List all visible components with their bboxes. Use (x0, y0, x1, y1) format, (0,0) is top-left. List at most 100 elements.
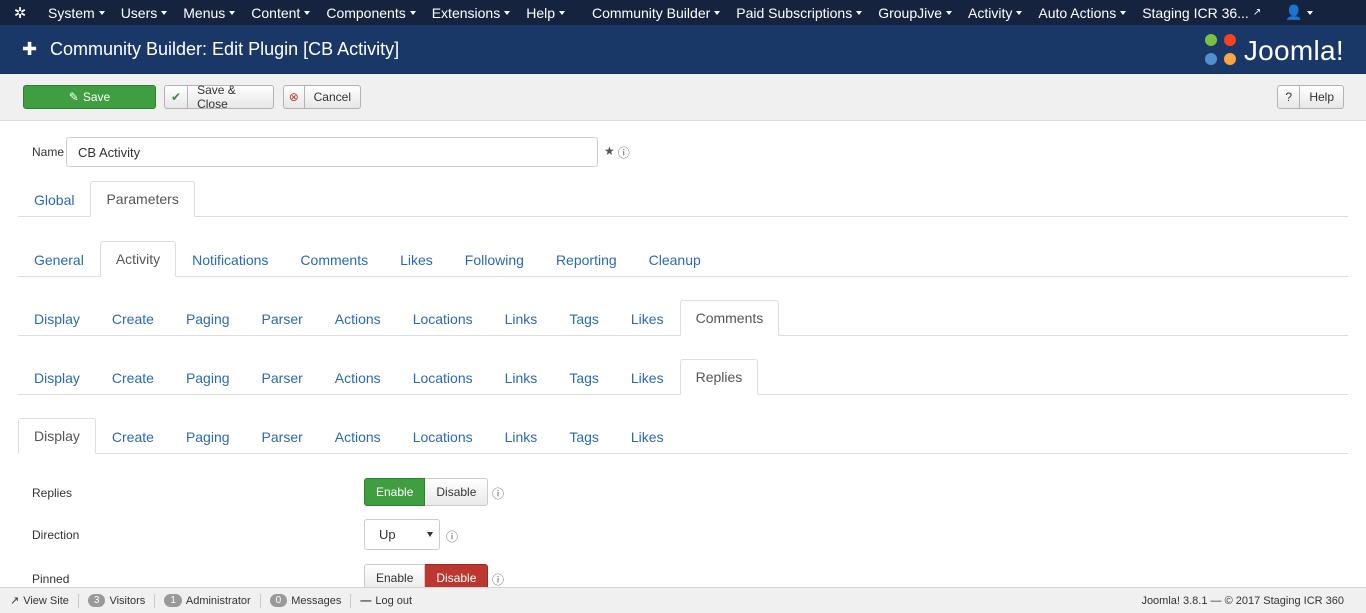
menu-menus[interactable]: Menus (175, 0, 243, 25)
replies-enable-button[interactable]: Enable (364, 478, 426, 506)
tab-global[interactable]: Global (18, 181, 90, 217)
joomla-logo-icon[interactable]: ✲ (0, 0, 40, 25)
administrator-link[interactable]: 1 Administrator (155, 593, 261, 608)
admin-label: Administrator (185, 594, 251, 607)
view-site-link[interactable]: ↗ View Site (0, 593, 79, 608)
tab-paging[interactable]: Paging (170, 359, 246, 395)
caret-down-icon (714, 10, 721, 15)
replies-label: Replies (32, 486, 73, 500)
tab-general[interactable]: General (18, 241, 100, 277)
tab-parser[interactable]: Parser (246, 418, 319, 454)
admin-badge: 1 (164, 594, 182, 607)
caret-down-icon (1306, 10, 1313, 15)
tab-actions[interactable]: Actions (319, 359, 397, 395)
site-link[interactable]: Staging ICR 36... ↗ (1134, 0, 1269, 25)
menu-label: GroupJive (878, 4, 943, 21)
cancel-icon: ⊗ (284, 86, 305, 108)
menu-activity[interactable]: Activity (960, 0, 1030, 25)
mark-dot (1204, 34, 1217, 46)
tab-create[interactable]: Create (96, 359, 170, 395)
site-link-label: Staging ICR 36... (1142, 4, 1249, 21)
menu-system[interactable]: System (40, 0, 113, 25)
tab-links[interactable]: Links (489, 300, 554, 336)
cancel-button[interactable]: ⊗ Cancel (283, 85, 361, 109)
minus-icon: — (360, 594, 372, 607)
menu-help[interactable]: Help (518, 0, 573, 25)
cancel-label: Cancel (313, 90, 351, 104)
checkmark-icon: ✔ (165, 86, 189, 108)
tab-likes[interactable]: Likes (615, 300, 680, 336)
replies-disable-button[interactable]: Disable (425, 478, 489, 506)
tab-activity[interactable]: Activity (99, 241, 177, 277)
info-icon[interactable]: ⓘ (618, 144, 630, 161)
menu-label: Menus (183, 4, 226, 21)
tab-display[interactable]: Display (18, 359, 96, 395)
status-bar: ↗ View Site 3 Visitors 1 Administrator 0… (0, 587, 1366, 613)
tab-reporting[interactable]: Reporting (540, 241, 633, 277)
caret-down-icon (304, 10, 311, 15)
tab-actions[interactable]: Actions (319, 300, 397, 336)
tab-locations[interactable]: Locations (397, 300, 489, 336)
tab-likes[interactable]: Likes (384, 241, 449, 277)
messages-link[interactable]: 0 Messages (261, 593, 352, 608)
menu-label: Components (326, 4, 406, 21)
tab-parser[interactable]: Parser (246, 300, 319, 336)
pinned-label: Pinned (32, 572, 70, 586)
tab-parameters[interactable]: Parameters (90, 181, 195, 217)
direction-value: Up (379, 527, 396, 542)
tab-tags[interactable]: Tags (553, 300, 615, 336)
logout-link[interactable]: — Log out (351, 594, 421, 608)
tab-likes[interactable]: Likes (615, 418, 680, 454)
tab-links[interactable]: Links (489, 418, 554, 454)
name-label: Name (32, 145, 65, 159)
info-icon[interactable]: ⓘ (492, 485, 504, 502)
menu-auto-actions[interactable]: Auto Actions (1030, 0, 1134, 25)
info-icon[interactable]: ⓘ (492, 571, 504, 588)
menu-extensions[interactable]: Extensions (424, 0, 518, 25)
tab-notifications[interactable]: Notifications (176, 241, 284, 277)
user-menu[interactable]: 👤 (1277, 0, 1320, 25)
tab-likes[interactable]: Likes (615, 359, 680, 395)
tab-comments[interactable]: Comments (284, 241, 384, 277)
tab-links[interactable]: Links (489, 359, 554, 395)
edit-icon: ✎ (68, 90, 79, 104)
tab-display[interactable]: Display (18, 418, 96, 454)
help-label: Help (1309, 90, 1334, 104)
tab-paging[interactable]: Paging (170, 418, 246, 454)
direction-select[interactable]: Up (364, 519, 440, 550)
save-button[interactable]: ✎ Save (23, 85, 156, 109)
messages-badge: 0 (269, 594, 288, 607)
caret-down-icon (559, 10, 565, 15)
external-link-icon: ↗ (1252, 7, 1262, 18)
tab-paging[interactable]: Paging (170, 300, 246, 336)
menu-community-builder[interactable]: Community Builder (584, 0, 728, 25)
tab-comments[interactable]: Comments (679, 300, 780, 336)
question-icon: ? (1278, 86, 1301, 108)
tab-replies[interactable]: Replies (679, 359, 759, 395)
tab-following[interactable]: Following (449, 241, 540, 277)
tab-create[interactable]: Create (96, 300, 170, 336)
tab-tags[interactable]: Tags (553, 359, 615, 395)
menu-paid-subscriptions[interactable]: Paid Subscriptions (728, 0, 870, 25)
save-close-label: Save & Close (197, 83, 236, 111)
visitors-link[interactable]: 3 Visitors (79, 593, 156, 608)
tab-actions[interactable]: Actions (319, 418, 397, 454)
tab-locations[interactable]: Locations (397, 359, 489, 395)
version-info: Joomla! 3.8.1 — © 2017 Staging ICR 360 (1141, 595, 1344, 607)
user-icon: 👤 (1285, 4, 1303, 20)
caret-down-icon (229, 10, 236, 15)
tab-tags[interactable]: Tags (553, 418, 615, 454)
tab-parser[interactable]: Parser (246, 359, 319, 395)
name-input[interactable] (66, 137, 598, 167)
menu-components[interactable]: Components (318, 0, 423, 25)
menu-groupjive[interactable]: GroupJive (870, 0, 960, 25)
tab-cleanup[interactable]: Cleanup (633, 241, 717, 277)
menu-content[interactable]: Content (243, 0, 318, 25)
tab-create[interactable]: Create (96, 418, 170, 454)
tab-display[interactable]: Display (18, 300, 96, 336)
save-close-button[interactable]: ✔ Save & Close (164, 83, 274, 111)
help-button[interactable]: ? Help (1277, 85, 1344, 109)
info-icon[interactable]: ⓘ (446, 528, 458, 545)
tab-locations[interactable]: Locations (397, 418, 489, 454)
menu-users[interactable]: Users (113, 0, 176, 25)
